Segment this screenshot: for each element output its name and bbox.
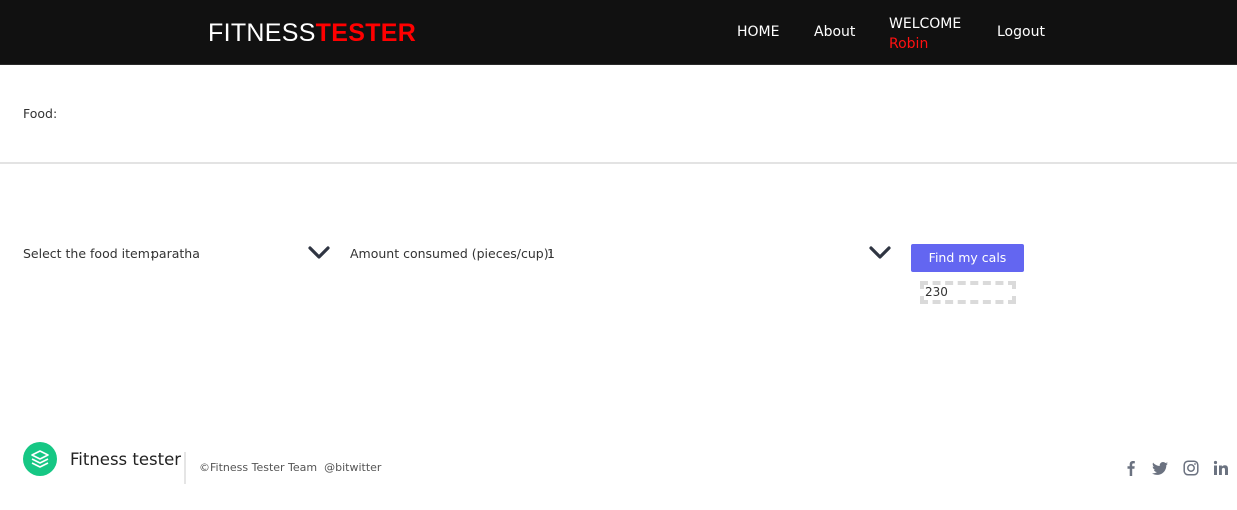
twitter-icon[interactable]: [1152, 460, 1168, 476]
footer-separator: [184, 452, 186, 484]
twitter-handle-link[interactable]: @bitwitter: [324, 461, 381, 474]
logo-text-fitness: FITNESS: [208, 19, 316, 47]
chevron-down-icon[interactable]: [308, 246, 330, 260]
nav-about-link[interactable]: About: [814, 24, 855, 40]
copyright-text: ©Fitness Tester Team: [199, 461, 318, 474]
top-navbar: FITNESSTESTER HOME About WELCOME Robin L…: [0, 0, 1237, 65]
food-item-label: Select the food item:: [23, 246, 155, 261]
welcome-user: WELCOME Robin: [889, 14, 961, 54]
layers-icon: [31, 450, 49, 468]
amount-label: Amount consumed (pieces/cup):: [350, 246, 553, 261]
footer-brand-name: Fitness tester: [70, 450, 182, 469]
footer-logo[interactable]: [23, 442, 57, 476]
amount-select[interactable]: 1: [547, 246, 555, 261]
section-divider: [0, 162, 1237, 164]
linkedin-icon[interactable]: [1213, 460, 1229, 476]
food-item-select[interactable]: paratha: [151, 246, 200, 261]
find-my-cals-button[interactable]: Find my cals: [911, 244, 1024, 272]
food-heading: Food:: [23, 106, 58, 121]
footer-copyright: ©Fitness Tester Team @bitwitter: [199, 461, 381, 474]
welcome-label: WELCOME: [889, 16, 962, 32]
username: Robin: [889, 36, 929, 52]
logo-text-tester: TESTER: [315, 19, 417, 47]
facebook-icon[interactable]: [1123, 460, 1139, 476]
calorie-result: 230: [920, 281, 1016, 304]
site-logo[interactable]: FITNESSTESTER: [208, 17, 416, 49]
nav-home-link[interactable]: HOME: [737, 24, 779, 40]
nav-logout-link[interactable]: Logout: [997, 24, 1045, 40]
instagram-icon[interactable]: [1183, 460, 1199, 476]
chevron-down-icon[interactable]: [869, 246, 891, 260]
